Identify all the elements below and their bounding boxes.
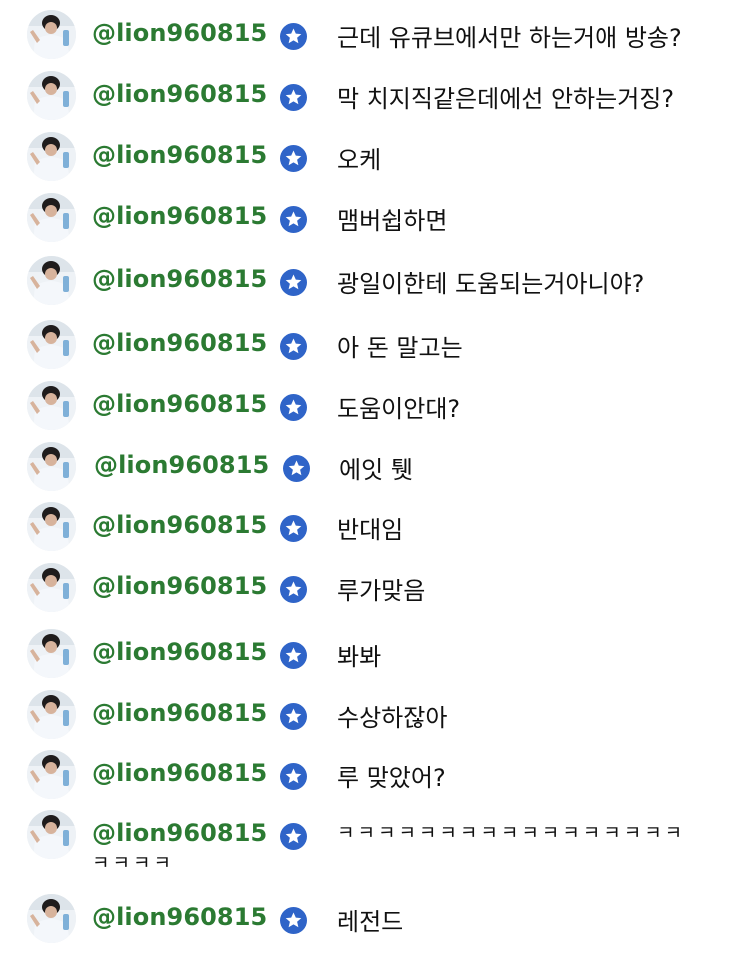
message-text: 막 치지직같은데에선 안하는거징? [337, 85, 675, 113]
star-badge-icon [279, 144, 308, 173]
message-text: 아 돈 말고는 [337, 334, 463, 362]
avatar[interactable] [27, 256, 76, 305]
message-line-1: ㅋㅋㅋㅋㅋㅋㅋㅋㅋㅋㅋㅋㅋㅋㅋㅋㅋ [337, 822, 686, 844]
avatar[interactable] [27, 690, 76, 739]
chat-message: @lion960815 오케 [0, 126, 752, 186]
message-text: 봐봐 [337, 643, 382, 671]
message-text: 반대임 [337, 516, 404, 544]
avatar[interactable] [27, 132, 76, 181]
star-badge-icon [279, 393, 308, 422]
avatar[interactable] [27, 810, 76, 859]
star-badge-icon [279, 906, 308, 935]
star-badge-icon [279, 332, 308, 361]
chat-message: @lion960815 루가맞음 [0, 557, 752, 617]
star-badge-icon [279, 205, 308, 234]
star-badge-icon [279, 268, 308, 297]
message-text: 레전드 [337, 908, 404, 936]
chat-message: @lion960815 ㅋㅋㅋㅋㅋㅋㅋㅋㅋㅋㅋㅋㅋㅋㅋㅋㅋ ㅋㅋㅋㅋ [0, 804, 752, 884]
username[interactable]: @lion960815 [92, 638, 267, 666]
avatar[interactable] [27, 71, 76, 120]
message-text: 루 맞았어? [337, 764, 446, 792]
message-text: ㅋㅋㅋㅋㅋㅋㅋㅋㅋㅋㅋㅋㅋㅋㅋㅋㅋ ㅋㅋㅋㅋ [92, 818, 712, 878]
avatar[interactable] [27, 894, 76, 943]
chat-message: @lion960815 광일이한테 도움되는거아니야? [0, 250, 752, 310]
star-badge-icon [279, 514, 308, 543]
avatar[interactable] [27, 502, 76, 551]
username[interactable]: @lion960815 [92, 903, 267, 931]
username[interactable]: @lion960815 [92, 80, 267, 108]
star-badge-icon [279, 83, 308, 112]
chat-log: @lion960815 근데 유큐브에서만 하는거애 방송? @lion9608… [0, 0, 752, 961]
star-badge-icon [279, 641, 308, 670]
message-text: 오케 [337, 146, 382, 174]
message-text: 루가맞음 [337, 577, 426, 605]
avatar[interactable] [27, 320, 76, 369]
message-text: 광일이한테 도움되는거아니야? [337, 270, 645, 298]
username[interactable]: @lion960815 [92, 572, 267, 600]
avatar[interactable] [27, 563, 76, 612]
star-badge-icon [279, 822, 308, 851]
username[interactable]: @lion960815 [94, 451, 269, 479]
message-text: 도움이안대? [337, 395, 461, 423]
chat-message: @lion960815 아 돈 말고는 [0, 314, 752, 374]
avatar[interactable] [27, 442, 76, 491]
chat-message: @lion960815 반대임 [0, 496, 752, 556]
username[interactable]: @lion960815 [92, 819, 267, 847]
message-text: 맴버쉽하면 [337, 207, 448, 235]
star-badge-icon [282, 454, 311, 483]
chat-message: @lion960815 막 치지직같은데에선 안하는거징? [0, 65, 752, 125]
chat-message: @lion960815 근데 유큐브에서만 하는거애 방송? [0, 4, 752, 64]
chat-message: @lion960815 루 맞았어? [0, 744, 752, 804]
username[interactable]: @lion960815 [92, 329, 267, 357]
star-badge-icon [279, 575, 308, 604]
star-badge-icon [279, 762, 308, 791]
username[interactable]: @lion960815 [92, 265, 267, 293]
message-line-2: ㅋㅋㅋㅋ [92, 852, 174, 874]
message-text: 근데 유큐브에서만 하는거애 방송? [337, 24, 682, 52]
message-text: 에잇 퉷 [339, 456, 413, 484]
star-badge-icon [279, 702, 308, 731]
message-text: 수상하잖아 [337, 704, 448, 732]
chat-message: @lion960815 맴버쉽하면 [0, 187, 752, 247]
chat-message: @lion960815 레전드 [0, 888, 752, 948]
star-badge-icon [279, 22, 308, 51]
avatar[interactable] [27, 10, 76, 59]
username[interactable]: @lion960815 [92, 202, 267, 230]
username[interactable]: @lion960815 [92, 759, 267, 787]
username[interactable]: @lion960815 [92, 390, 267, 418]
avatar[interactable] [27, 193, 76, 242]
username[interactable]: @lion960815 [92, 699, 267, 727]
chat-message: @lion960815 수상하잖아 [0, 684, 752, 744]
avatar[interactable] [27, 381, 76, 430]
chat-message: @lion960815 에잇 퉷 [0, 436, 752, 496]
username[interactable]: @lion960815 [92, 511, 267, 539]
username[interactable]: @lion960815 [92, 19, 267, 47]
avatar[interactable] [27, 750, 76, 799]
avatar[interactable] [27, 629, 76, 678]
chat-message: @lion960815 봐봐 [0, 623, 752, 683]
chat-message: @lion960815 도움이안대? [0, 375, 752, 435]
username[interactable]: @lion960815 [92, 141, 267, 169]
